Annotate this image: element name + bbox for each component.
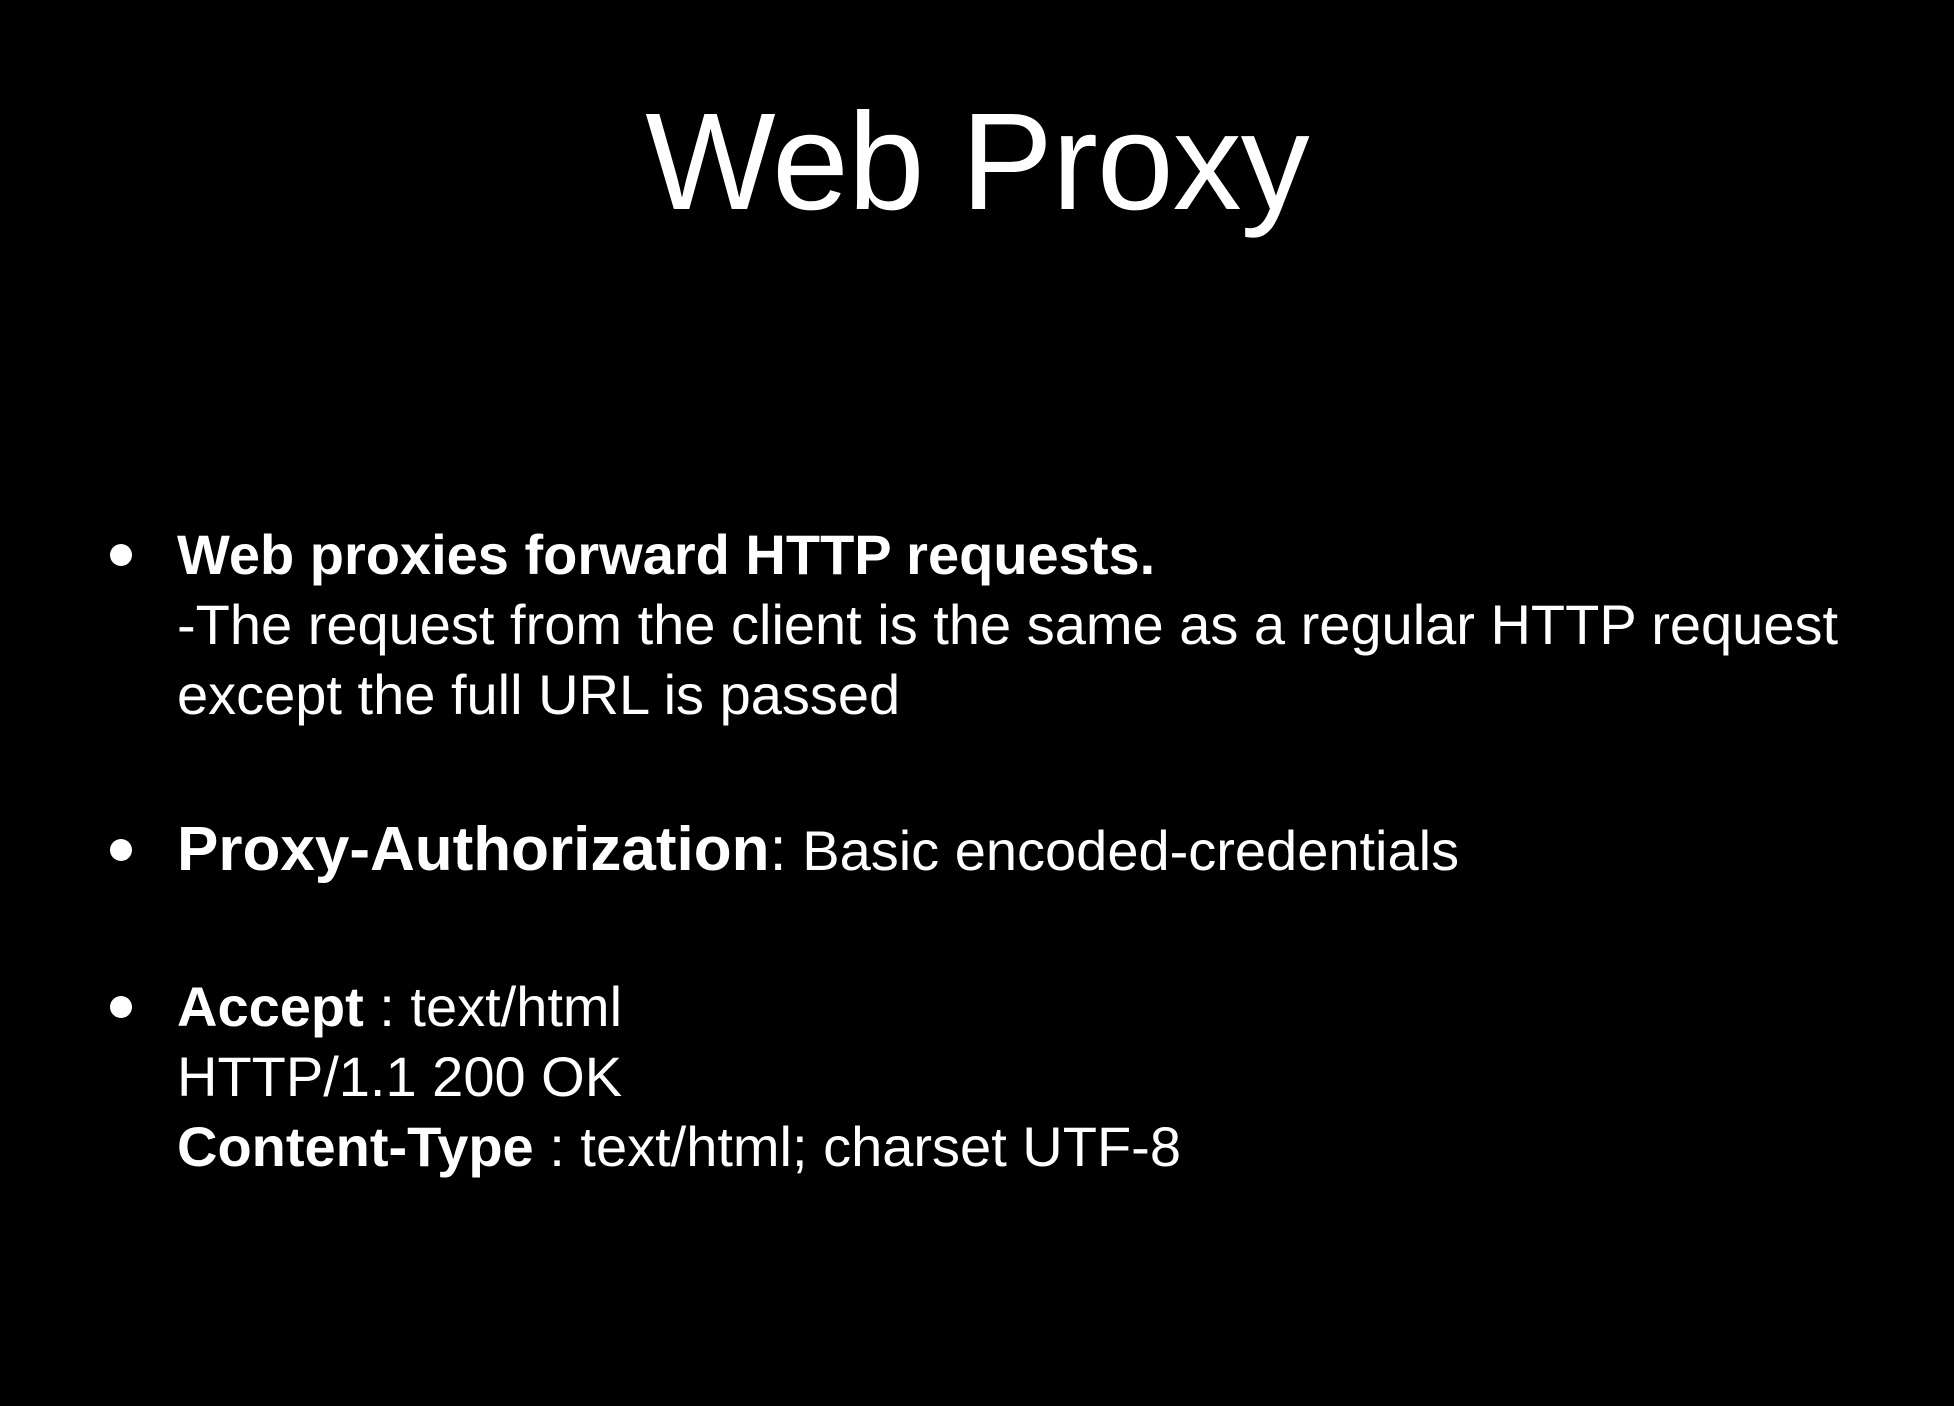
bullet-text: Web proxies forward HTTP requests. -The … bbox=[177, 520, 1877, 730]
bullet-dot-icon bbox=[110, 839, 132, 861]
bullet-text: Proxy-Authorization: Basic encoded-crede… bbox=[177, 815, 1877, 886]
bullet-heading: Web proxies forward HTTP requests. bbox=[177, 523, 1156, 586]
bullet-text: Accept : text/html HTTP/1.1 200 OK Conte… bbox=[177, 972, 1877, 1182]
bullet-dot-icon bbox=[110, 544, 132, 566]
slide-title: Web Proxy bbox=[645, 85, 1309, 239]
bullet-detail-line: -The request from the client is the same… bbox=[177, 593, 1839, 656]
header-separator: : bbox=[769, 815, 787, 884]
slide: Web Proxy Web proxies forward HTTP reque… bbox=[0, 0, 1954, 1406]
header-name: Accept bbox=[177, 975, 364, 1038]
header-name: Proxy-Authorization bbox=[177, 815, 770, 884]
bullet-detail-line: except the full URL is passed bbox=[177, 663, 901, 726]
status-line: HTTP/1.1 200 OK bbox=[177, 1045, 623, 1108]
header-value: Basic encoded-credentials bbox=[786, 819, 1460, 882]
header-name: Content-Type bbox=[177, 1115, 534, 1178]
header-value: : text/html bbox=[363, 975, 623, 1038]
bullet-dot-icon bbox=[110, 996, 132, 1018]
header-value: : text/html; charset UTF-8 bbox=[533, 1115, 1181, 1178]
